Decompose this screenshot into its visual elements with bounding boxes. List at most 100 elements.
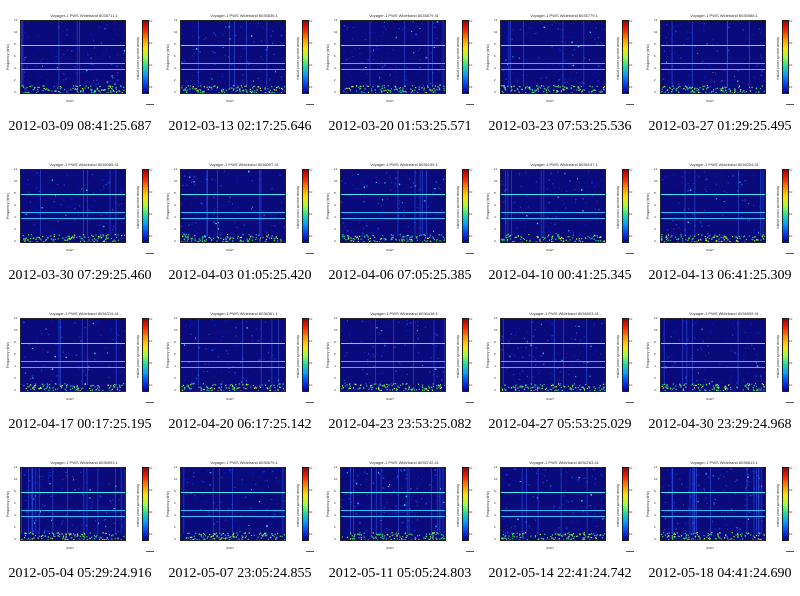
x-axis-label: SCET — [66, 99, 75, 103]
colorbar-tick-label: 10 — [469, 383, 473, 387]
y-tick-label: 2 — [334, 78, 336, 82]
y-tick-label: 12 — [494, 316, 498, 320]
plot-title: Voyager-1 PWS Wideband 8036742.41 — [369, 460, 439, 465]
y-tick-label: 2 — [334, 376, 336, 380]
spectrogram-thumbnail: Voyager-1 PWS Wideband 8035879.41 Frequen… — [326, 10, 474, 114]
colorbar-label: relative power spectral density — [616, 335, 620, 378]
y-tick-label: 6 — [494, 54, 496, 58]
y-tick-label: 8 — [654, 489, 656, 493]
y-axis-label: Frequency (kHz) — [166, 44, 170, 70]
spectrogram-plot — [180, 467, 286, 541]
spectrogram-image — [501, 170, 605, 242]
y-tick-label: 0 — [14, 239, 16, 243]
x-axis-label: SCET — [386, 546, 395, 550]
spectrogram-thumbnail: Voyager-1 PWS Wideband 8036155.1 Frequenc… — [326, 159, 474, 263]
y-tick-label: 8 — [174, 191, 176, 195]
timestamp-caption: 2012-05-04 05:29:24.916 — [8, 566, 152, 581]
spectrogram-plot — [500, 467, 606, 541]
y-tick-label: 6 — [494, 352, 496, 356]
timestamp-caption: 2012-03-20 01:53:25.571 — [328, 119, 472, 134]
y-axis-label: Frequency (kHz) — [6, 342, 10, 368]
colorbar-tick-label: 10 — [149, 63, 153, 67]
y-tick-label: 8 — [174, 489, 176, 493]
y-tick-label: 12 — [14, 316, 18, 320]
spectrogram-thumbnail: Voyager-1 PWS Wideband 8036742.41 Frequen… — [326, 457, 474, 561]
colorbar-label: relative power spectral density — [616, 186, 620, 229]
colorbar-scale-mark — [306, 402, 314, 403]
spectrogram-thumbnail: Voyager-1 PWS Wideband 8035988.1 Frequenc… — [646, 10, 794, 114]
colorbar-tick-label: 10 — [149, 19, 153, 23]
y-tick-label: 12 — [174, 465, 178, 469]
spectrogram-panel: Voyager-1 PWS Wideband 8036763.41 Frequen… — [480, 447, 640, 596]
y-tick-label: 2 — [654, 227, 656, 231]
spectrogram-image — [661, 170, 765, 242]
timestamp-caption: 2012-05-07 23:05:24.855 — [168, 566, 312, 581]
plot-title: Voyager-1 PWS Wideband 8036197.1 — [530, 162, 598, 167]
colorbar-tick-label: 10 — [309, 466, 313, 470]
colorbar-tick-label: 10 — [309, 234, 313, 238]
y-tick-label: 10 — [654, 477, 658, 481]
plot-title: Voyager-1 PWS Wideband 8036361.1 — [210, 311, 278, 316]
colorbar — [302, 318, 309, 392]
y-tick-label: 8 — [654, 42, 656, 46]
y-tick-label: 8 — [494, 191, 496, 195]
colorbar-tick-label: 10 — [309, 339, 313, 343]
y-axis-label: Frequency (kHz) — [166, 342, 170, 368]
spectrogram-plot — [180, 318, 286, 392]
y-axis-label: Frequency (kHz) — [486, 491, 490, 517]
spectrogram-panel: Voyager-1 PWS Wideband 8036593.1 Frequenc… — [0, 447, 160, 596]
colorbar-tick-label: 10 — [469, 532, 473, 536]
spectrogram-grid: Voyager-1 PWS Wideband 8035711.1 Frequenc… — [0, 0, 800, 596]
y-tick-label: 0 — [334, 537, 336, 541]
x-axis-label: SCET — [706, 546, 715, 550]
spectrogram-panel: Voyager-1 PWS Wideband 8035779.1 Frequenc… — [480, 0, 640, 149]
colorbar-tick-label: 10 — [629, 383, 633, 387]
y-tick-label: 2 — [494, 78, 496, 82]
y-axis-label: Frequency (kHz) — [646, 193, 650, 219]
x-axis-label: SCET — [226, 248, 235, 252]
spectrogram-plot — [20, 169, 126, 243]
y-tick-label: 2 — [654, 525, 656, 529]
y-tick-label: 0 — [174, 388, 176, 392]
y-tick-label: 12 — [334, 18, 338, 22]
x-axis-label: SCET — [226, 99, 235, 103]
y-tick-label: 10 — [334, 179, 338, 183]
spectrogram-panel: Voyager-1 PWS Wideband 8036097.41 Frequen… — [160, 149, 320, 298]
spectrogram-thumbnail: Voyager-1 PWS Wideband 8036361.1 Frequenc… — [166, 308, 314, 412]
colorbar — [462, 318, 469, 392]
timestamp-caption: 2012-03-27 01:29:25.495 — [648, 119, 792, 134]
colorbar-tick-label: 10 — [789, 63, 793, 67]
colorbar — [462, 467, 469, 541]
timestamp-caption: 2012-05-11 05:05:24.803 — [328, 566, 472, 581]
colorbar-scale-mark — [146, 551, 154, 552]
spectrogram-panel: Voyager-1 PWS Wideband 8035711.1 Frequenc… — [0, 0, 160, 149]
y-tick-label: 12 — [494, 167, 498, 171]
y-axis-label: Frequency (kHz) — [646, 44, 650, 70]
y-tick-label: 12 — [14, 167, 18, 171]
colorbar-tick-label: 10 — [789, 19, 793, 23]
colorbar — [142, 169, 149, 243]
colorbar-label: relative power spectral density — [776, 484, 780, 527]
y-tick-label: 0 — [654, 239, 656, 243]
y-tick-label: 4 — [494, 66, 496, 70]
y-tick-label: 8 — [14, 489, 16, 493]
y-tick-label: 12 — [494, 465, 498, 469]
y-axis-label: Frequency (kHz) — [326, 491, 330, 517]
y-tick-label: 6 — [494, 203, 496, 207]
y-tick-label: 4 — [14, 66, 16, 70]
colorbar-tick-label: 10 — [309, 532, 313, 536]
colorbar-tick-label: 10 — [149, 190, 153, 194]
x-axis-label: SCET — [226, 397, 235, 401]
colorbar — [622, 169, 629, 243]
spectrogram-image — [341, 468, 445, 540]
colorbar-tick-label: 10 — [469, 510, 473, 514]
timestamp-caption: 2012-05-14 22:41:24.742 — [488, 566, 632, 581]
spectrogram-panel: Voyager-1 PWS Wideband 8036503.41 Frequen… — [480, 298, 640, 447]
y-tick-label: 2 — [14, 78, 16, 82]
y-tick-label: 0 — [494, 388, 496, 392]
y-tick-label: 0 — [654, 90, 656, 94]
y-tick-label: 4 — [14, 513, 16, 517]
spectrogram-panel: Voyager-1 PWS Wideband 8036085.41 Frequen… — [0, 149, 160, 298]
colorbar — [302, 20, 309, 94]
colorbar-tick-label: 10 — [149, 317, 153, 321]
